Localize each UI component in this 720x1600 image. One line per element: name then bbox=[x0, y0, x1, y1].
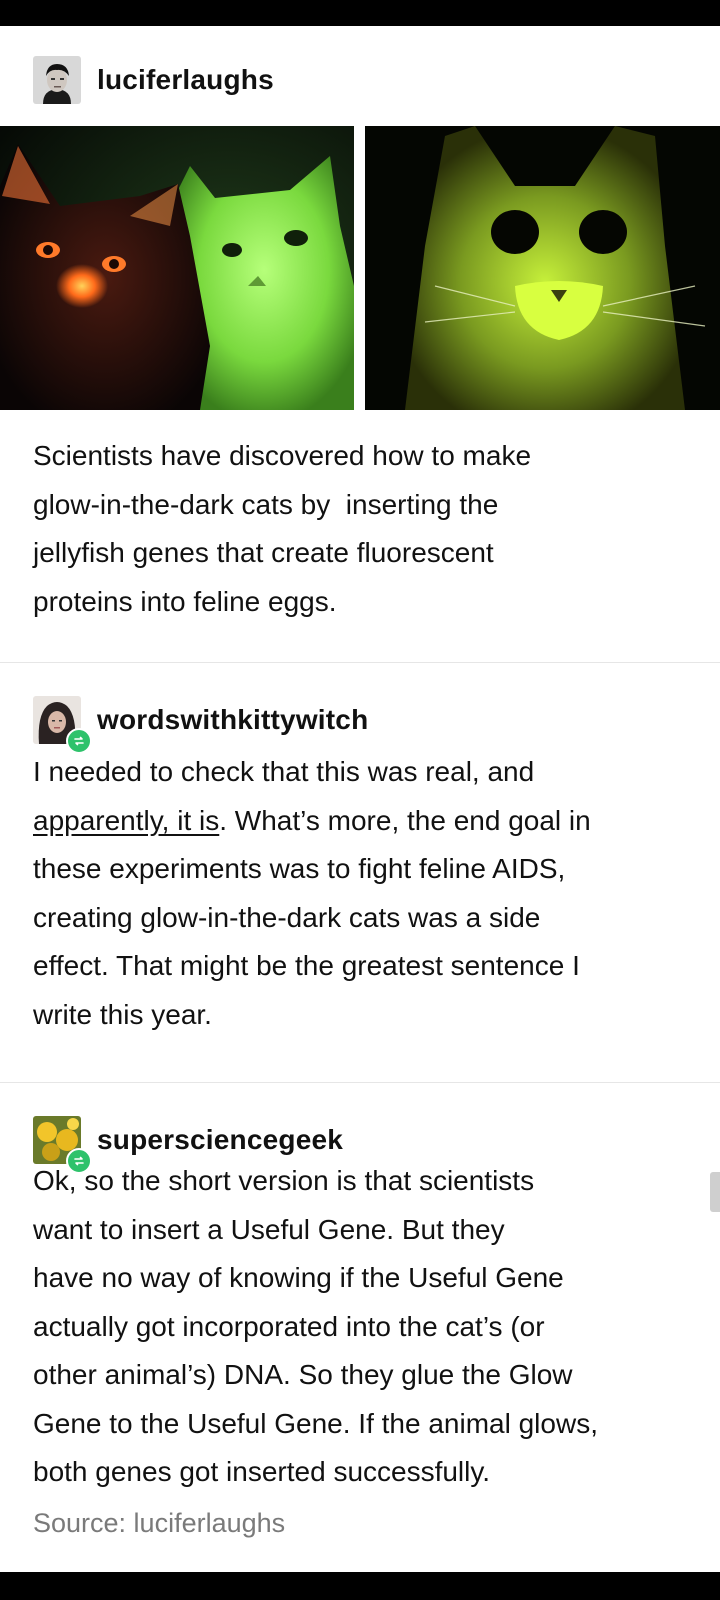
post-text-fragment: . What’s more, the end goal in bbox=[219, 804, 591, 836]
username[interactable]: luciferlaughs bbox=[97, 64, 274, 96]
post-header-luciferlaughs: luciferlaughs bbox=[33, 56, 274, 104]
avatar-luciferlaughs[interactable] bbox=[33, 56, 81, 104]
post-text-line: actually got incorporated into the cat’s… bbox=[33, 1310, 545, 1342]
navigation-bar bbox=[0, 1572, 720, 1600]
post-text-line: other animal’s) DNA. So they glue the Gl… bbox=[33, 1359, 573, 1390]
post-text-line: both genes got inserted successfully. bbox=[33, 1456, 491, 1487]
post-divider bbox=[0, 662, 720, 663]
avatar-wordswithkittywitch[interactable] bbox=[33, 696, 92, 754]
status-bar bbox=[0, 0, 720, 26]
post-text-line: Gene to the Useful Gene. If the animal g… bbox=[33, 1407, 598, 1439]
post-body-supersciencegeek: Ok, so the short version is that scienti… bbox=[33, 1157, 693, 1497]
glowing-cats-photo-left bbox=[0, 126, 354, 410]
post-text-line: apparently, it is. What’s more, the end … bbox=[33, 797, 693, 846]
scrollbar-handle[interactable] bbox=[710, 1172, 720, 1212]
post-text-line: these experiments was to fight feline AI… bbox=[33, 853, 566, 884]
username[interactable]: supersciencegeek bbox=[97, 1124, 343, 1156]
post-text-line: write this year. bbox=[33, 998, 212, 1030]
source-link[interactable]: apparently, it is bbox=[33, 805, 219, 836]
post-sheet: luciferlaughs Scientists have discovered… bbox=[0, 26, 720, 1572]
post-body-luciferlaughs: Scientists have discovered how to make g… bbox=[33, 432, 693, 626]
post-text-line: jellyfish genes that create fluorescent bbox=[33, 537, 494, 568]
glowing-cat-photo-right bbox=[365, 126, 720, 410]
profile-photo-icon bbox=[33, 56, 81, 104]
post-text-line: glow-in-the-dark cats by inserting the bbox=[33, 488, 499, 520]
post-text-line: I needed to check that this was real, an… bbox=[33, 756, 535, 787]
source-attribution[interactable]: Source: luciferlaughs bbox=[33, 1508, 285, 1539]
username[interactable]: wordswithkittywitch bbox=[97, 704, 368, 736]
post-text-line: have no way of knowing if the Useful Gen… bbox=[33, 1262, 564, 1293]
post-text-line: want to insert a Useful Gene. But they bbox=[33, 1213, 505, 1245]
post-divider bbox=[0, 1082, 720, 1083]
post-text-line: creating glow-in-the-dark cats was a sid… bbox=[33, 901, 541, 933]
post-body-wordswithkittywitch: I needed to check that this was real, an… bbox=[33, 748, 693, 1039]
post-text-line: proteins into feline eggs. bbox=[33, 585, 337, 617]
post-text-line: effect. That might be the greatest sente… bbox=[33, 950, 580, 981]
post-header-wordswithkittywitch: wordswithkittywitch bbox=[33, 696, 368, 754]
post-text-line: Ok, so the short version is that scienti… bbox=[33, 1165, 535, 1196]
post-text-line: Scientists have discovered how to make bbox=[33, 440, 532, 471]
